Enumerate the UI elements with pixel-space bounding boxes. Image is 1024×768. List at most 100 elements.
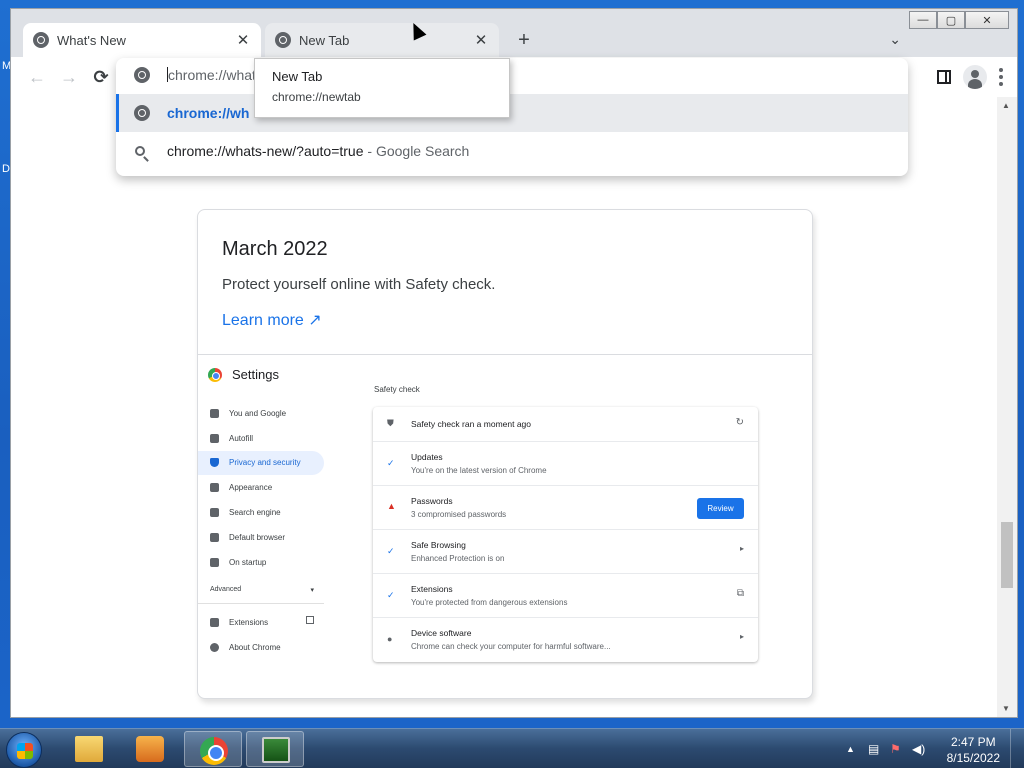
page-scrollbar[interactable]: ▲ ▼	[997, 97, 1017, 717]
learn-more-link[interactable]: Learn more ↗	[222, 310, 322, 330]
window-controls: — ▢ ✕	[909, 11, 1009, 29]
tab-whats-new[interactable]: What's New ✕	[23, 23, 261, 57]
safety-check-status-row: ⛊ Safety check ran a moment ago ↻	[373, 407, 758, 442]
palette-icon	[210, 483, 219, 493]
check-icon: ✓	[387, 590, 395, 600]
address-input[interactable]: chrome://what	[167, 67, 256, 83]
menu-kebab-icon[interactable]	[999, 68, 1003, 86]
warning-icon: ▲	[387, 501, 396, 511]
chevron-right-icon: ▸	[739, 632, 744, 641]
clock-date: 8/15/2022	[946, 751, 1000, 765]
browser-icon	[210, 532, 219, 542]
settings-nav-item: Appearance	[198, 475, 324, 500]
omnibox-dropdown: chrome://what chrome://wh chrome://whats…	[116, 58, 908, 176]
settings-nav-item: Extensions	[198, 610, 324, 635]
safety-check-heading: Safety check	[374, 385, 420, 394]
profile-avatar-icon[interactable]	[963, 65, 987, 89]
settings-nav-item: Search engine	[198, 500, 324, 525]
clipboard-icon	[210, 433, 219, 443]
check-icon: ✓	[387, 546, 395, 556]
task-manager-icon	[262, 737, 290, 763]
folder-icon	[75, 736, 103, 762]
tab-close-icon[interactable]: ✕	[473, 31, 489, 49]
settings-nav-item: Privacy and security	[198, 450, 324, 476]
safety-check-row: ▲ Passwords 3 compromised passwords Revi…	[373, 486, 758, 530]
flag-alert-icon[interactable]: ⚑	[890, 742, 901, 756]
system-tray: ▲ ▤ ⚑ ◀) 2:47 PM 8/15/2022	[824, 729, 1024, 768]
minimize-button[interactable]: —	[909, 11, 937, 29]
tab-label: What's New	[57, 32, 126, 48]
info-icon: ●	[387, 634, 393, 644]
omnibox-suggestion-selected[interactable]: chrome://wh	[116, 94, 908, 132]
puzzle-icon	[210, 617, 219, 627]
refresh-icon: ↻	[735, 417, 744, 428]
new-tab-button[interactable]: +	[513, 29, 535, 52]
safety-check-row: ● Device software Chrome can check your …	[387, 628, 744, 651]
desktop-icon-label: D	[2, 163, 10, 175]
omnibox-suggestion-search[interactable]: chrome://whats-new/?auto=true - Google S…	[116, 132, 908, 170]
media-player-icon	[136, 736, 164, 762]
settings-nav: You and Google Autofill Privacy and secu…	[198, 401, 324, 575]
external-link-icon: ⧉	[736, 588, 744, 599]
settings-nav-secondary: Extensions About Chrome	[198, 610, 324, 660]
page-title: March 2022	[222, 238, 328, 260]
taskbar: ▲ ▤ ⚑ ◀) 2:47 PM 8/15/2022	[0, 728, 1024, 768]
side-panel-icon[interactable]	[937, 70, 951, 84]
chrome-icon	[210, 642, 219, 652]
search-icon	[135, 146, 145, 156]
scroll-down-icon[interactable]: ▼	[1002, 704, 1010, 713]
settings-nav-item: You and Google	[198, 401, 324, 426]
tab-label: New Tab	[299, 32, 350, 48]
shield-icon: ⛊	[387, 418, 394, 428]
clock[interactable]: 2:47 PM 8/15/2022	[947, 734, 1000, 766]
external-link-icon	[306, 616, 314, 624]
divider	[198, 603, 324, 604]
maximize-button[interactable]: ▢	[937, 11, 965, 29]
settings-advanced: Advanced ▾	[210, 586, 314, 594]
taskbar-media-player[interactable]	[121, 731, 179, 767]
address-bar[interactable]: chrome://what	[116, 58, 908, 92]
chevron-right-icon: ▸	[739, 544, 744, 553]
hover-card-url: chrome://newtab	[272, 90, 361, 104]
network-icon[interactable]: ▤	[868, 742, 879, 756]
scroll-up-icon[interactable]: ▲	[1002, 101, 1010, 110]
page-content: March 2022 Protect yourself online with …	[11, 97, 997, 717]
settings-nav-item: About Chrome	[198, 635, 324, 660]
toolbar-right	[937, 65, 1003, 89]
start-button[interactable]	[6, 732, 42, 768]
scrollbar-thumb[interactable]	[1001, 522, 1013, 588]
title-bar: What's New ✕ New Tab ✕ + ⌄ — ▢ ✕	[11, 9, 1017, 57]
person-icon	[210, 408, 219, 418]
settings-title: Settings	[232, 367, 279, 382]
back-button[interactable]: ←	[25, 65, 49, 89]
safety-check-row: ✓ Extensions You're protected from dange…	[373, 574, 758, 618]
forward-button[interactable]: →	[57, 65, 81, 89]
taskbar-monitor[interactable]	[246, 731, 304, 767]
tray-expand-icon[interactable]: ▲	[846, 744, 855, 754]
search-icon	[210, 508, 219, 518]
card-subtitle: Protect yourself online with Safety chec…	[222, 276, 496, 293]
chrome-icon	[134, 105, 150, 121]
taskbar-explorer[interactable]	[60, 731, 118, 767]
close-button[interactable]: ✕	[965, 11, 1009, 29]
shield-icon	[210, 458, 219, 468]
taskbar-chrome[interactable]	[184, 731, 242, 767]
settings-nav-item: Autofill	[198, 426, 324, 451]
safety-check-panel: ⛊ Safety check ran a moment ago ↻ ✓ Upda…	[373, 407, 758, 662]
safety-check-row: ✓ Updates You're on the latest version o…	[373, 442, 758, 486]
clock-time: 2:47 PM	[950, 735, 996, 749]
volume-icon[interactable]: ◀)	[912, 742, 925, 756]
settings-illustration: Settings You and Google Autofill Privacy…	[198, 355, 812, 698]
chrome-icon	[33, 32, 49, 48]
tab-close-icon[interactable]: ✕	[235, 31, 251, 49]
whats-new-card: March 2022 Protect yourself online with …	[197, 209, 813, 699]
chrome-logo-icon	[208, 368, 222, 382]
reload-button[interactable]: ⟳	[89, 65, 113, 89]
tab-new-tab[interactable]: New Tab ✕	[265, 23, 499, 57]
hover-card-title: New Tab	[272, 69, 323, 84]
show-desktop-button[interactable]	[1010, 729, 1024, 768]
windows-logo-icon	[17, 743, 33, 759]
caret-down-icon: ▾	[310, 587, 314, 594]
chrome-icon	[200, 737, 228, 765]
tab-search-chevron-icon[interactable]: ⌄	[889, 31, 901, 48]
